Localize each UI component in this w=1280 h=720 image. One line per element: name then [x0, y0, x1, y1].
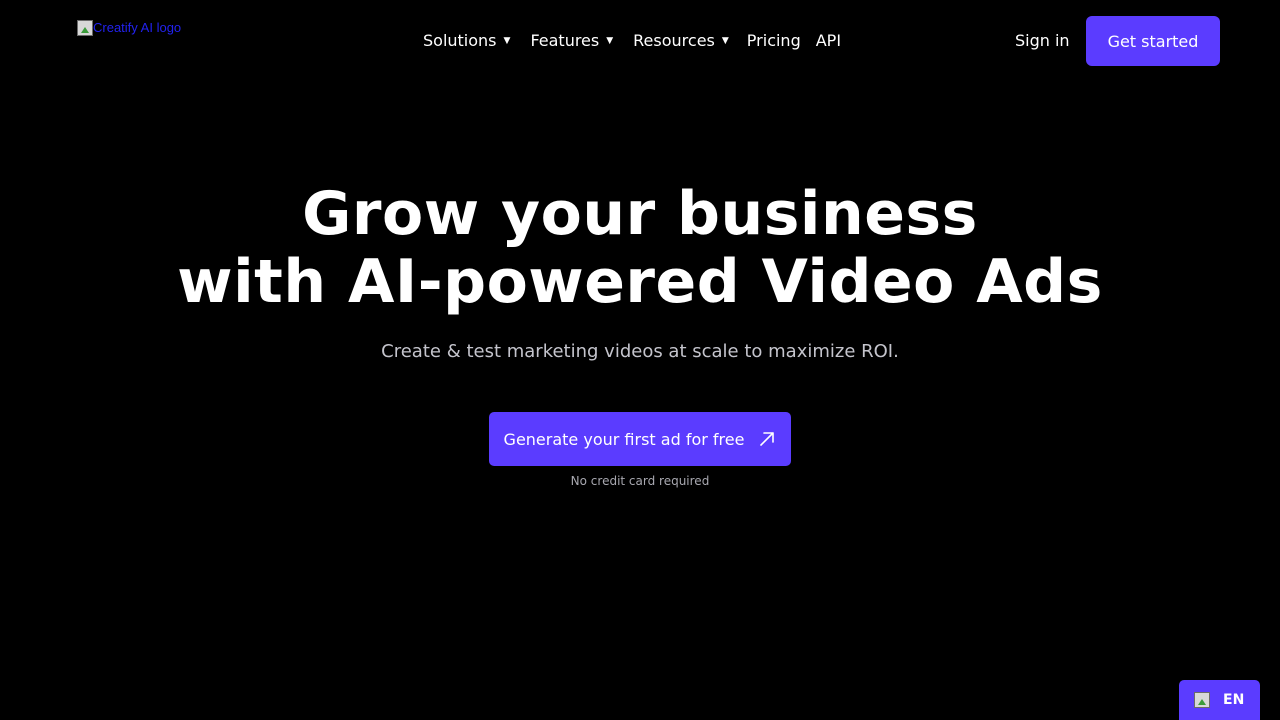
main-nav: Solutions ▼ Features ▼ Resources ▼ Prici… — [423, 28, 841, 52]
logo-alt-text: Creatify AI logo — [93, 20, 182, 35]
arrow-up-right-icon — [760, 432, 775, 446]
hero-subtitle: Create & test marketing videos at scale … — [381, 341, 899, 362]
hero-title: Grow your business with AI-powered Video… — [0, 180, 1280, 316]
language-switcher[interactable]: EN — [1179, 680, 1260, 720]
broken-image-icon — [77, 20, 93, 36]
caret-down-icon: ▼ — [606, 35, 614, 46]
site-header: Creatify AI logo Solutions ▼ Features ▼ … — [0, 0, 1280, 82]
nav-features-label: Features — [530, 30, 600, 50]
caret-down-icon: ▼ — [503, 35, 511, 46]
nav-features[interactable]: Features ▼ — [530, 31, 613, 50]
get-started-button[interactable]: Get started — [1086, 16, 1220, 66]
nav-resources[interactable]: Resources ▼ — [633, 31, 729, 50]
nav-solutions[interactable]: Solutions ▼ — [423, 31, 510, 50]
nav-solutions-label: Solutions — [423, 30, 497, 50]
logo-link[interactable]: Creatify AI logo — [77, 20, 181, 36]
nav-pricing[interactable]: Pricing — [747, 31, 801, 50]
flag-icon — [1194, 692, 1210, 708]
caret-down-icon: ▼ — [721, 35, 729, 46]
no-credit-card-note: No credit card required — [570, 474, 710, 488]
generate-ad-button[interactable]: Generate your first ad for free — [489, 412, 791, 466]
sign-in-link[interactable]: Sign in — [1015, 28, 1070, 52]
language-code: EN — [1223, 692, 1245, 708]
nav-resources-label: Resources — [633, 30, 715, 50]
hero-title-line-2: with AI-powered Video Ads — [177, 247, 1103, 317]
hero-title-line-1: Grow your business — [302, 179, 978, 249]
generate-ad-button-label: Generate your first ad for free — [503, 429, 745, 449]
page: Creatify AI logo Solutions ▼ Features ▼ … — [0, 0, 1280, 720]
nav-api[interactable]: API — [816, 31, 841, 50]
